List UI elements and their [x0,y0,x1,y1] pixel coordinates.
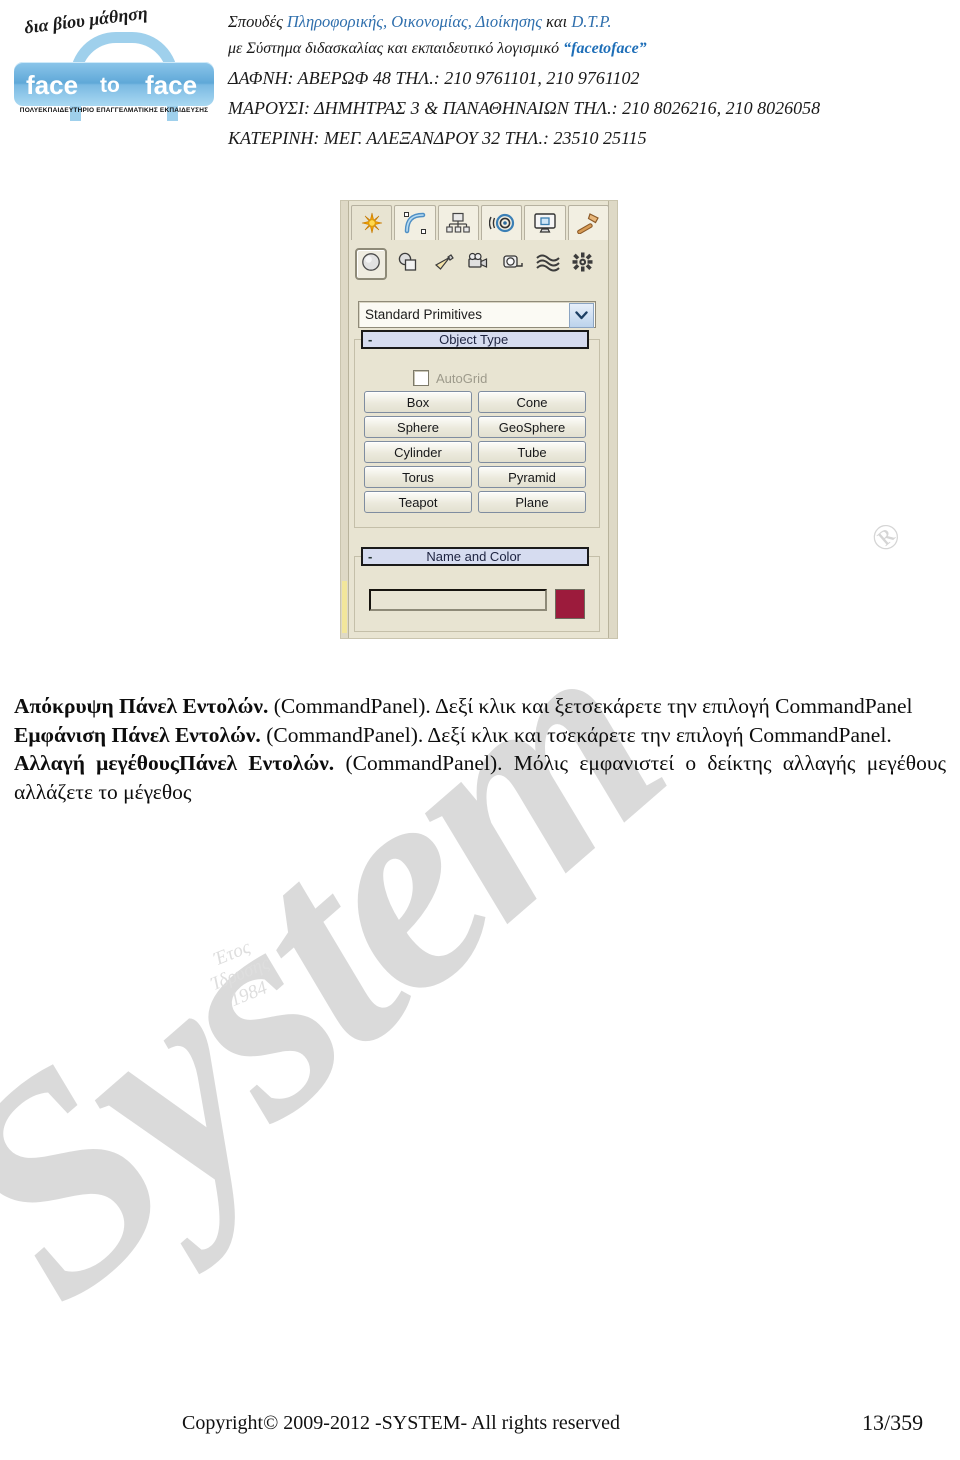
object-type-title: Object Type [439,332,509,347]
spotlight-icon [432,252,454,277]
hierarchy-tree-icon [446,212,471,234]
paragraph-hide-command-panel: Απόκρυψη Πάνελ Εντολών. (CommandPanel). … [14,692,946,721]
curve-arc-icon [403,211,427,235]
header-line-studies: Σπουδές Πληροφορικής, Οικονομίας, Διοίκη… [228,8,948,36]
motion-wheel-icon [488,212,515,234]
command-panel-tabs [351,205,609,241]
helpers-category-button[interactable] [499,250,527,278]
torus-button[interactable]: Torus [364,466,472,488]
command-panel-screenshot: Standard Primitives - Object Type AutoGr… [340,200,618,639]
watermark-registered-icon: ® [862,512,910,562]
object-type-rollout-header[interactable]: - Object Type [361,330,589,349]
logo-word-face-right: face [145,70,198,100]
hammer-icon [576,212,600,234]
logo-badge: face to face [14,62,214,106]
document-page: System ® Έτος Ίδρυσης 1984 δια βίου μάθη… [0,0,960,1460]
page-footer: Copyright© 2009-2012 -SYSTEM- All rights… [0,1410,960,1452]
header-line1-highlight: Πληροφορικής, Οικονομίας, Διοίκησης [286,12,542,31]
footer-page-number: 13/359 [862,1410,924,1435]
panel-right-strip[interactable] [608,201,617,638]
header-address-marousi: ΜΑΡΟΥΣΙ: ΔΗΜΗΤΡΑΣ 3 & ΠΑΝΑΘΗΝΑΙΩΝ ΤΗΛ.: … [228,97,821,118]
systems-category-button[interactable] [569,250,597,278]
collapse-toggle-icon[interactable]: - [363,333,372,346]
space-warps-category-button[interactable] [534,250,562,278]
geometry-category-button[interactable] [355,248,387,280]
camera-icon [467,252,489,277]
watermark-script-line2: Ίδρυσης [208,952,273,995]
lights-category-button[interactable] [429,250,457,278]
sphere-icon [361,252,381,277]
logo-word-face-left: face [26,70,79,100]
geosphere-button[interactable]: GeoSphere [478,416,586,438]
plane-button[interactable]: Plane [478,491,586,513]
logo: δια βίου μάθηση face to face ΠΟΛΥΕΚΠΑΙΔΕ… [8,3,220,121]
paragraph1-rest: (CommandPanel). Δεξί κλικ και ξετσεκάρετ… [268,694,913,718]
collapse-toggle-icon[interactable]: - [363,550,372,563]
pyramid-button[interactable]: Pyramid [478,466,586,488]
shapes-category-button[interactable] [394,250,422,278]
star-icon [361,212,383,234]
teapot-button[interactable]: Teapot [364,491,472,513]
gear-burst-icon [572,252,594,277]
header-address-dafni: ΔΑΦΝΗ: ΑΒΕΡΩΦ 48 ΤΗΛ.: 210 9761101, 210 … [228,67,640,88]
object-type-button-grid: Box Cone Sphere GeoSphere Cylinder Tube … [364,391,586,513]
footer-copyright: Copyright© 2009-2012 -SYSTEM- All rights… [182,1412,620,1434]
utilities-tab[interactable] [567,205,609,240]
tube-button[interactable]: Tube [478,441,586,463]
motion-tab[interactable] [480,205,523,240]
autogrid-checkbox[interactable] [413,370,429,386]
create-tab[interactable] [351,205,393,240]
watermark-script-line1: Έτος [211,936,254,971]
header-text-block: Σπουδές Πληροφορικής, Οικονομίας, Διοίκη… [228,8,948,153]
paragraph-show-command-panel: Εμφάνιση Πάνελ Εντολών. (CommandPanel). … [14,721,946,750]
watermark-script-line3: 1984 [227,977,271,1011]
paragraph2-rest: (CommandPanel). Δεξί κλικ και τσεκάρετε … [260,722,892,747]
dropdown-selected-value: Standard Primitives [365,307,483,322]
tape-measure-icon [502,252,524,277]
waves-icon [536,252,560,277]
paragraph3-bold: Αλλαγή μεγέθουςΠάνελ Εντολών. [14,751,335,776]
logo-subtitle: ΠΟΛΥΕΚΠΑΙΔΕΥΤΗΡΙΟ ΕΠΑΓΓΕΛΜΑΤΙΚΗΣ ΕΚΠΑΙΔΕ… [19,107,209,114]
object-name-input[interactable] [369,589,547,611]
header-line1-highlight2: D.T.P. [571,12,612,31]
autogrid-row[interactable]: AutoGrid [413,370,487,386]
cylinder-button[interactable]: Cylinder [364,441,472,463]
modify-tab[interactable] [394,205,436,240]
header-line-system: με Σύστημα διδασκαλίας και εκπαιδευτικό … [228,36,948,63]
sphere-button[interactable]: Sphere [364,416,472,438]
header-address-katerini: ΚΑΤΕΡΙΝΗ: ΜΕΓ. ΑΛΕΞΑΝΔΡΟΥ 32 ΤΗΛ.: 23510… [228,128,647,149]
logo-word-to: to [100,74,120,97]
panel-left-strip [341,201,349,638]
header-line2-text: με Σύστημα διδασκαλίας και εκπαιδευτικό … [228,39,564,57]
panel-scroll-indicator [342,581,347,633]
name-and-color-title: Name and Color [426,549,521,564]
cone-button[interactable]: Cone [478,391,586,413]
name-and-color-rollout: - Name and Color [354,547,600,632]
watermark-script-text: Έτος Ίδρυσης 1984 [168,919,313,1028]
primitive-category-dropdown[interactable]: Standard Primitives [358,301,596,328]
chevron-down-icon[interactable] [569,303,594,328]
cameras-category-button[interactable] [464,250,492,278]
monitor-icon [533,212,557,234]
hierarchy-tab[interactable] [437,205,479,240]
header-line1-prefix: Σπουδές [228,12,287,31]
body-text-block: Απόκρυψη Πάνελ Εντολών. (CommandPanel). … [14,692,946,806]
shapes-overlap-icon [397,252,419,277]
paragraph-resize-command-panel: Αλλαγή μεγέθουςΠάνελ Εντολών. (CommandPa… [14,749,946,806]
autogrid-label: AutoGrid [436,370,488,386]
command-panel-category-row [355,248,607,280]
paragraph2-bold: Εμφάνιση Πάνελ Εντολών. [14,722,261,747]
header-line1-middle: και [541,12,572,31]
object-type-rollout: - Object Type AutoGrid Box Cone Sphere G… [354,330,600,528]
header-line2-brand: “facetoface” [563,39,647,57]
page-header: δια βίου μάθηση face to face ΠΟΛΥΕΚΠΑΙΔΕ… [0,0,960,180]
box-button[interactable]: Box [364,391,472,413]
paragraph1-bold: Απόκρυψη Πάνελ Εντολών. [14,694,269,718]
name-and-color-rollout-header[interactable]: - Name and Color [361,547,589,566]
object-color-swatch[interactable] [555,589,585,619]
display-tab[interactable] [524,205,566,240]
